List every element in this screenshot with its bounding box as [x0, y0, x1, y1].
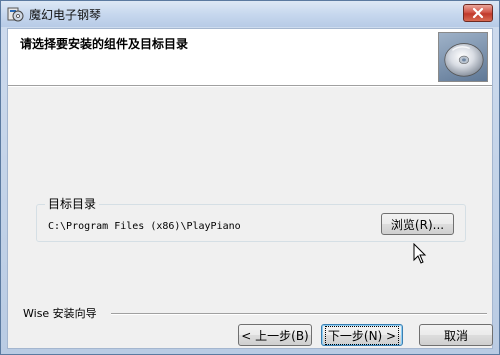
window-title: 魔幻电子钢琴: [29, 8, 102, 22]
installer-window: 魔幻电子钢琴 请选择要安装的组件及目标目录 目标目录 C:\Program Fi…: [0, 0, 500, 355]
mouse-cursor-icon: [413, 243, 427, 264]
browse-button[interactable]: 浏览(R)...: [381, 213, 454, 235]
close-icon: [472, 7, 484, 19]
wizard-brand-label: Wise 安装向导: [23, 305, 101, 321]
back-button[interactable]: < 上一步(B): [238, 324, 312, 346]
header-image: [438, 32, 488, 82]
destination-path: C:\Program Files (x86)\PlayPiano: [48, 221, 241, 232]
installer-app-icon: [6, 5, 24, 23]
footer-divider: [111, 313, 487, 315]
title-bar[interactable]: 魔幻电子钢琴: [1, 1, 499, 27]
next-button[interactable]: 下一步(N) >: [321, 324, 403, 346]
next-button-label: 下一步(N) >: [324, 325, 400, 345]
header-divider: [8, 85, 492, 87]
cancel-button[interactable]: 取消: [419, 324, 493, 346]
close-button[interactable]: [463, 4, 493, 22]
destination-group-label: 目标目录: [45, 195, 100, 212]
wizard-client-area: 请选择要安装的组件及目标目录: [7, 28, 493, 349]
cd-disc-icon: [444, 43, 484, 77]
page-title: 请选择要安装的组件及目标目录: [20, 37, 189, 51]
wizard-header: 请选择要安装的组件及目标目录: [8, 29, 492, 85]
